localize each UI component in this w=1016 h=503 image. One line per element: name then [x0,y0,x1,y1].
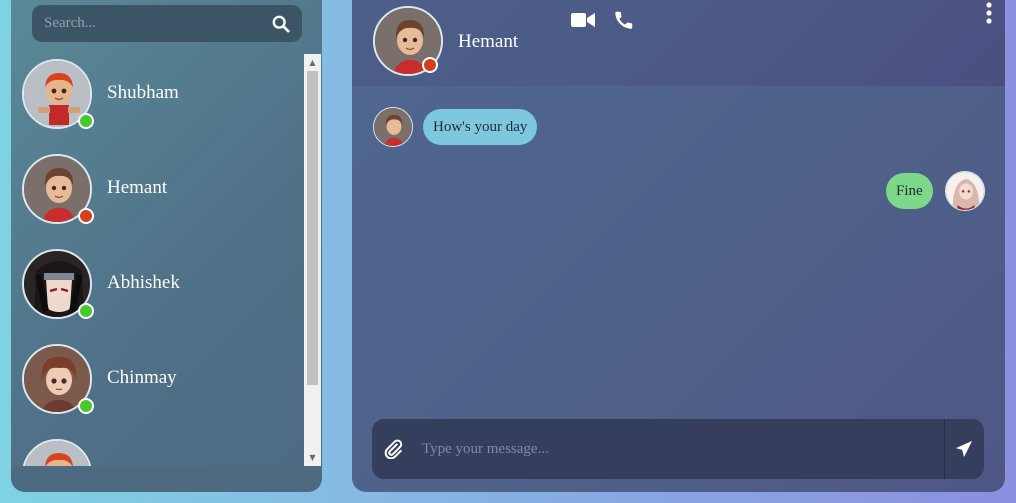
scroll-up-arrow-icon[interactable]: ▲ [304,54,321,71]
avatar [22,439,92,466]
search-icon[interactable] [272,15,290,33]
offline-status-indicator [78,208,94,224]
contact-item-partial[interactable] [22,439,292,466]
composer-divider [944,419,945,479]
contacts-panel: Shubham Hemant [11,0,322,492]
offline-status-indicator [422,57,438,73]
online-status-indicator [78,398,94,414]
search-box [32,5,302,42]
contacts-panel-footer [11,466,322,492]
contact-name: Abhishek [107,272,180,293]
message-outgoing: Fine [872,171,985,211]
video-icon[interactable] [571,12,595,28]
chat-header: Hemant [352,0,1005,86]
avatar [945,171,985,211]
message-incoming: How's your day [373,107,573,147]
contact-name: Shubham [107,82,179,103]
message-bubble: How's your day [423,109,538,145]
message-bubble: Fine [886,173,933,209]
contact-list: Shubham Hemant Abhishek Chinmay [11,54,304,466]
online-status-indicator [78,113,94,129]
contact-name: Hemant [107,177,168,198]
contact-item-shubham[interactable]: Shubham [22,59,292,131]
chat-contact-name: Hemant [458,31,519,52]
phone-icon[interactable] [613,9,635,31]
chat-panel: Hemant How's your day Fine [352,0,1005,492]
contact-name: Chinmay [107,367,177,388]
search-input[interactable] [44,5,264,42]
send-icon[interactable] [955,440,973,458]
more-vertical-icon[interactable] [986,2,992,24]
scrollbar-thumb[interactable] [307,71,318,385]
contact-item-abhishek[interactable]: Abhishek [22,249,292,321]
message-composer [372,419,984,479]
contact-list-scrollbar[interactable]: ▲ ▼ [304,54,321,466]
paperclip-icon[interactable] [383,439,403,459]
online-status-indicator [78,303,94,319]
contact-item-chinmay[interactable]: Chinmay [22,344,292,416]
message-input[interactable] [422,419,937,479]
contact-item-hemant[interactable]: Hemant [22,154,292,226]
scroll-down-arrow-icon[interactable]: ▼ [304,449,321,466]
avatar [373,107,413,147]
